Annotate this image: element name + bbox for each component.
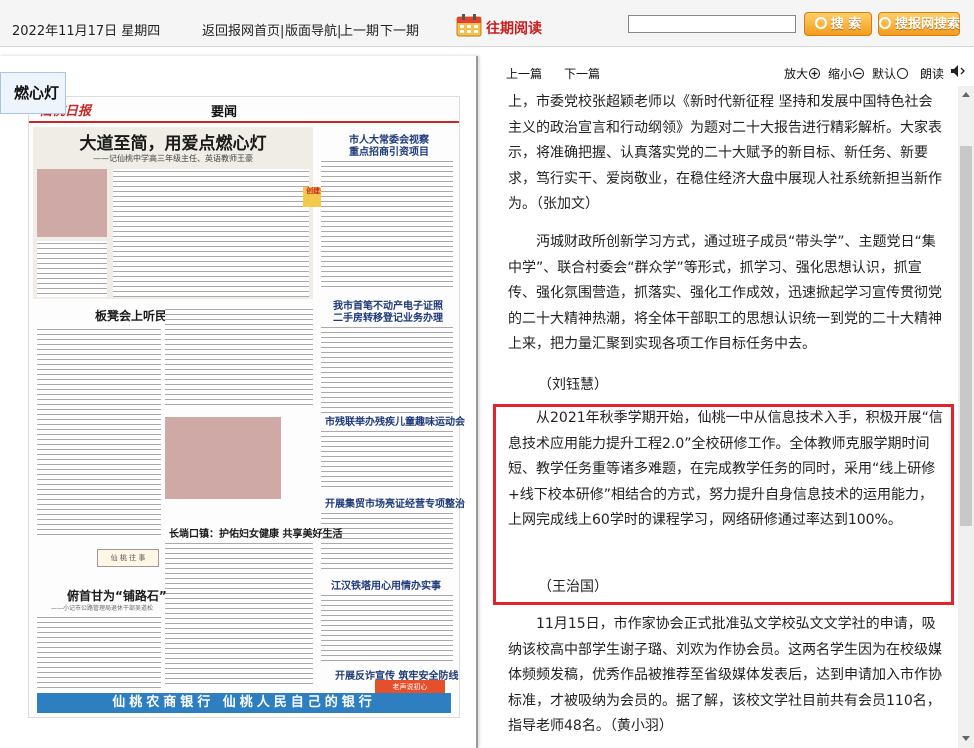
next-issue-link[interactable]: 下一期 bbox=[380, 20, 419, 39]
hero-subheadline: ——记仙桃中学高三年级主任、英语教师王豪 bbox=[93, 154, 253, 163]
prev-issue-link[interactable]: 上一期 bbox=[340, 20, 379, 39]
speaker-icon[interactable] bbox=[950, 64, 966, 78]
column-stamp: 老声说初心 bbox=[375, 680, 445, 694]
article-toolbar: 上一篇 下一篇 放大 缩小 默认 朗读 bbox=[488, 56, 974, 86]
search-button[interactable]: 搜 索 bbox=[804, 12, 872, 36]
column-text-block bbox=[321, 429, 453, 487]
past-reading-link[interactable]: 往期阅读 bbox=[486, 18, 542, 38]
scroll-thumb[interactable] bbox=[960, 146, 972, 526]
newspaper-page-image[interactable]: 仙桃日报 要闻 大道至简，用爱点燃心灯 ——记仙桃中学高三年级主任、英语教师王豪… bbox=[28, 96, 465, 718]
article-paragraph: 11月15日，市作家协会正式批准弘文学校弘文文学社的申请，吸纳该校高中部学生谢子… bbox=[508, 616, 942, 734]
zoom-in-button[interactable]: 放大 bbox=[784, 65, 821, 82]
column-text-block bbox=[321, 511, 453, 571]
newspaper-section: 要闻 bbox=[211, 105, 238, 120]
scroll-up-arrow-icon[interactable] bbox=[962, 92, 970, 97]
hero-photo bbox=[37, 169, 107, 237]
story-photo bbox=[165, 417, 281, 499]
article-body: 上，市委党校张超颖老师以《新时代新征程 坚持和发展中国特色社会主义的政治宣言和行… bbox=[488, 86, 954, 748]
layout-nav-link[interactable]: 版面导航| bbox=[285, 20, 341, 39]
plus-circle-icon bbox=[809, 68, 821, 79]
story-text-block bbox=[165, 307, 313, 407]
search-input[interactable] bbox=[628, 15, 796, 33]
story-text-block bbox=[165, 541, 313, 687]
column-headline[interactable]: 市残联举办残疾儿童趣味运动会 bbox=[325, 413, 465, 428]
zoom-out-label: 缩小 bbox=[828, 67, 853, 81]
column-headline[interactable]: 重点招商引资项目 bbox=[349, 143, 429, 158]
top-bar: 2022年11月17日 星期四 返回报网首页| 版面导航| 上一期 下一期 往期… bbox=[0, 0, 974, 47]
story-text-block bbox=[37, 327, 161, 537]
story-headline[interactable]: 长埫口镇：护佑妇女健康 共享美好生活 bbox=[169, 525, 342, 540]
zoom-in-label: 放大 bbox=[784, 67, 809, 81]
minus-circle-icon bbox=[853, 68, 865, 79]
column-text-block bbox=[321, 593, 453, 663]
zoom-out-button[interactable]: 缩小 bbox=[828, 65, 865, 82]
next-article-button[interactable]: 下一篇 bbox=[564, 65, 600, 82]
hero-text-block bbox=[113, 169, 309, 297]
search-button-label: 搜 索 bbox=[830, 17, 862, 32]
search-icon bbox=[814, 17, 827, 29]
article-pane: 上一篇 下一篇 放大 缩小 默认 朗读 上，市委党校张超颖老师以《新时代新征程 … bbox=[488, 56, 974, 748]
column-text-block bbox=[321, 325, 453, 415]
site-search-button[interactable]: 搜报网搜索 bbox=[878, 12, 960, 36]
hero-text-block bbox=[37, 241, 107, 297]
story-headline[interactable]: 俯首甘为“铺路石” bbox=[67, 587, 167, 604]
newspaper-page-pane: 燃心灯 仙桃日报 要闻 大道至简，用爱点燃心灯 ——记仙桃中学高三年级主任、英语… bbox=[0, 56, 478, 748]
column-headline[interactable]: 开展集贸市场亮证经营专项整治 bbox=[325, 495, 465, 510]
column-logo: 仙 桃 往 事 bbox=[97, 549, 159, 567]
search-icon bbox=[879, 17, 891, 29]
circle-icon bbox=[897, 68, 909, 79]
story-text-block bbox=[37, 615, 161, 689]
bank-advertisement: 仙桃农商银行 仙桃人民自己的银行 bbox=[37, 693, 451, 713]
article-paragraph: 上，市委党校张超颖老师以《新时代新征程 坚持和发展中国特色社会主义的政治宣言和行… bbox=[508, 94, 942, 212]
column-headline[interactable]: 江汉铁塔用心用情办实事 bbox=[331, 577, 441, 592]
article-title-tag[interactable]: 燃心灯 bbox=[0, 72, 66, 114]
scroll-down-arrow-icon[interactable] bbox=[962, 736, 970, 741]
home-link[interactable]: 返回报网首页| bbox=[202, 20, 284, 39]
highlight-box bbox=[493, 404, 954, 605]
article-byline: （刘钰慧） bbox=[538, 377, 608, 393]
read-aloud-label[interactable]: 朗读 bbox=[920, 65, 944, 82]
story-subheadline: ——小记市公路管理局退休干部吴道松 bbox=[51, 605, 154, 612]
default-size-button[interactable]: 默认 bbox=[872, 65, 909, 82]
article-scrollbar[interactable] bbox=[958, 86, 974, 748]
hero-headline: 大道至简，用爱点燃心灯 bbox=[79, 134, 267, 154]
newspaper-masthead: 仙桃日报 要闻 bbox=[29, 97, 459, 123]
article-paragraph: 沔城财政所创新学习方式，通过班子成员“带头学”、主题党日“集中学”、联合村委会“… bbox=[508, 234, 942, 352]
prev-article-button[interactable]: 上一篇 bbox=[506, 65, 542, 82]
column-text-block bbox=[321, 159, 453, 291]
column-headline[interactable]: 二手房转移登记业务办理 bbox=[333, 309, 443, 324]
site-search-button-label: 搜报网搜索 bbox=[895, 17, 961, 32]
calendar-icon[interactable] bbox=[456, 13, 482, 37]
default-size-label: 默认 bbox=[872, 67, 897, 81]
issue-date: 2022年11月17日 星期四 bbox=[12, 24, 161, 39]
